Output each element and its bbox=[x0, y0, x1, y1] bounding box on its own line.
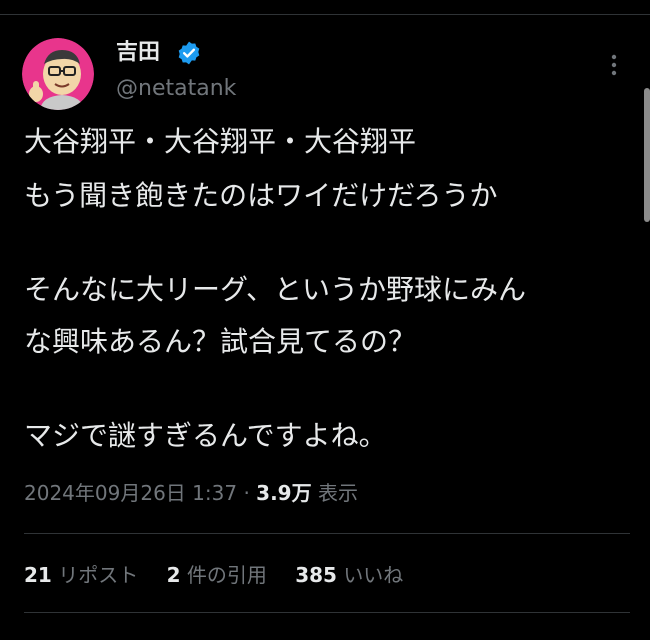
likes-count: 385 bbox=[295, 563, 337, 587]
tweet-text-line: な興味あるん？試合見てるの？ bbox=[24, 325, 417, 358]
divider bbox=[24, 533, 630, 534]
likes-label: いいね bbox=[343, 563, 404, 587]
avatar-illustration bbox=[22, 38, 94, 110]
scrollbar-thumb[interactable] bbox=[644, 88, 650, 222]
divider bbox=[24, 612, 630, 613]
tweet-meta: 2024年09月26日 1:37 · 3.9万 表示 bbox=[24, 478, 358, 508]
top-divider bbox=[0, 14, 650, 15]
engagement-stats: 21 リポスト 2 件の引用 385 いいね bbox=[24, 560, 425, 590]
avatar[interactable] bbox=[22, 38, 94, 110]
tweet-text-line: 大谷翔平・大谷翔平・大谷翔平 bbox=[24, 125, 417, 158]
reposts-stat[interactable]: 21 リポスト bbox=[24, 563, 145, 587]
timestamp[interactable]: 2024年09月26日 1:37 bbox=[24, 481, 237, 505]
user-handle[interactable]: @netatank bbox=[116, 74, 236, 104]
meta-separator: · bbox=[243, 481, 250, 505]
verified-badge-icon[interactable] bbox=[176, 40, 202, 66]
display-name[interactable]: 吉田 bbox=[116, 38, 160, 68]
tweet-text-line: そんなに大リーグ、というか野球にみん bbox=[24, 273, 527, 306]
more-vertical-icon[interactable] bbox=[604, 50, 624, 80]
tweet-text-line: もう聞き飽きたのはワイだけだろうか bbox=[24, 179, 498, 212]
tweet-text-line: マジで謎すぎるんですよね。 bbox=[24, 419, 387, 452]
quotes-stat[interactable]: 2 件の引用 bbox=[167, 563, 274, 587]
quotes-label: 件の引用 bbox=[186, 563, 267, 587]
reposts-label: リポスト bbox=[58, 563, 139, 587]
likes-stat[interactable]: 385 いいね bbox=[295, 563, 403, 587]
quotes-count: 2 bbox=[166, 563, 181, 587]
reposts-count: 21 bbox=[24, 563, 52, 587]
views-count: 3.9万 bbox=[256, 481, 312, 505]
views-label: 表示 bbox=[317, 481, 358, 505]
